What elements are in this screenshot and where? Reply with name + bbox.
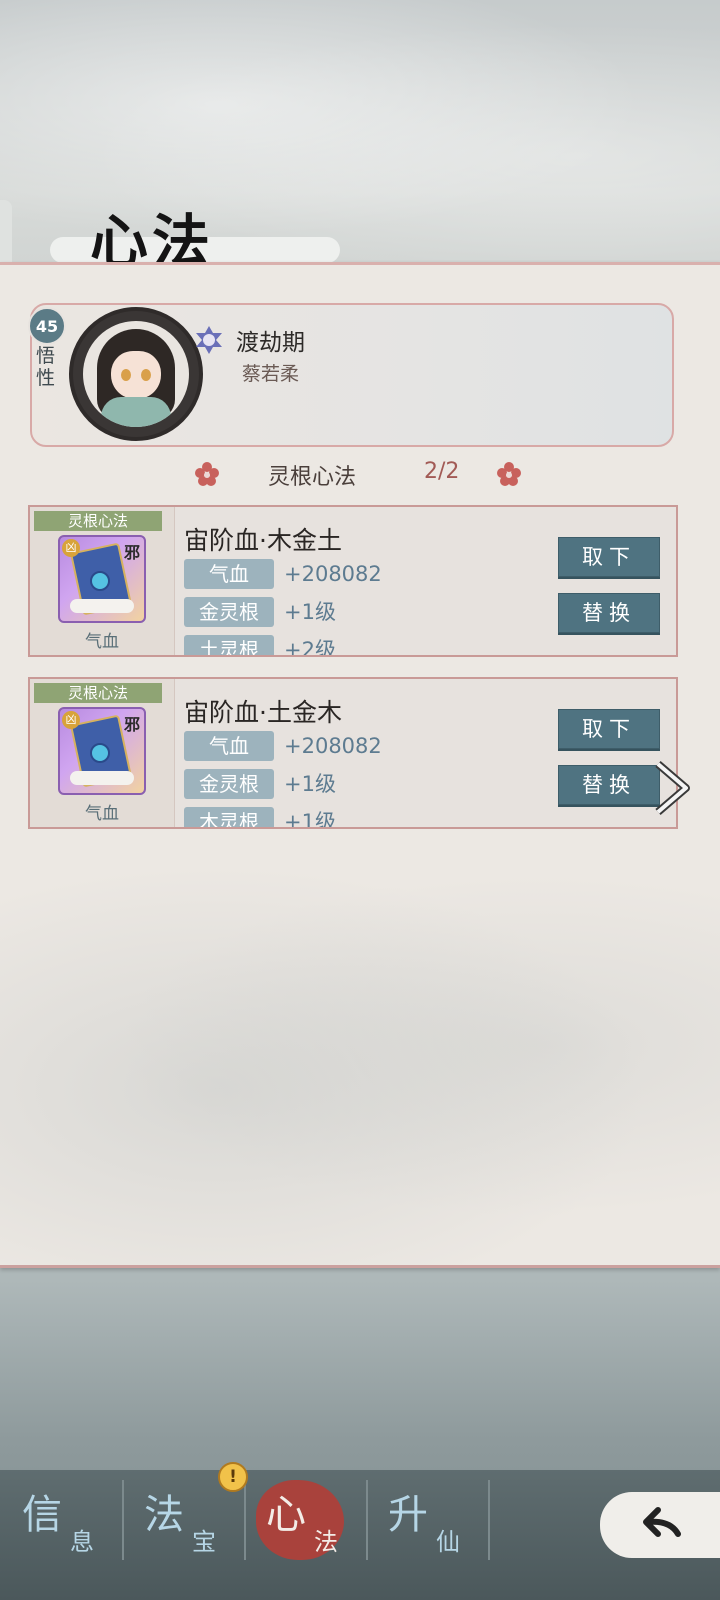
skill-icon-panel: 灵根心法 邪 凶 气血 [30,507,175,655]
remove-button[interactable]: 取下 [558,709,660,749]
skill-card[interactable]: 灵根心法 邪 凶 气血 宙阶血·木金土 气血 +208082 金灵根 +1级 土… [28,505,678,657]
flower-icon [195,462,219,486]
flower-icon [497,462,521,486]
attr-key: 金灵根 [184,769,274,799]
book-gem [90,571,110,591]
skill-card[interactable]: 灵根心法 邪 凶 气血 宙阶血·土金木 气血 +208082 金灵根 +1级 木… [28,677,678,829]
book-gem [90,743,110,763]
attr-key: 气血 [184,559,274,589]
skill-icon-panel: 灵根心法 邪 凶 气血 [30,679,175,827]
nav-tab-sublabel: 法 [314,1528,338,1556]
attr-value: +2级 [284,638,336,657]
book-rank-char: 邪 [123,543,140,562]
nav-tab-info[interactable]: 信 息 [0,1480,118,1576]
avatar[interactable] [69,307,203,441]
nav-tab-sublabel: 息 [70,1528,94,1556]
character-card[interactable]: 45 悟性 渡劫期 蔡若柔 [28,303,674,447]
avatar-eye-left [121,369,131,381]
nav-divider [488,1480,490,1560]
nav-tab-treasure[interactable]: 法 宝 [122,1480,240,1576]
nav-tab-mind-method[interactable]: 心 法 [244,1480,362,1576]
attr-key: 金灵根 [184,597,274,627]
alert-icon: ! [218,1462,248,1492]
skill-tag: 灵根心法 [34,511,162,531]
avatar-eye-right [141,369,151,381]
attr-key: 气血 [184,731,274,761]
replace-button[interactable]: 替换 [558,765,660,805]
avatar-portrait [83,321,189,427]
section-header: 灵根心法 2/2 [0,457,720,493]
attr-value: +1级 [284,772,336,796]
chevron-right-icon[interactable] [652,760,692,816]
attr-key: 土灵根 [184,635,274,655]
book-badge: 凶 [62,711,80,729]
section-count: 2/2 [424,459,460,484]
nav-tab-label: 升 [388,1492,428,1538]
realm-icon [196,326,222,354]
replace-button[interactable]: 替换 [558,593,660,633]
nav-tab-sublabel: 宝 [192,1528,216,1556]
section-title: 灵根心法 [268,465,357,490]
attr-key: 木灵根 [184,807,274,827]
book-cloud [70,599,134,613]
skill-book-icon[interactable]: 邪 凶 [58,535,146,623]
nav-tab-sublabel: 仙 [436,1528,460,1556]
nav-tab-ascend[interactable]: 升 仙 [366,1480,484,1576]
book-rank-char: 邪 [123,715,140,734]
nav-tab-label: 心 [266,1492,306,1538]
level-badge: 45 [28,307,66,345]
skill-type-label: 气血 [85,632,119,652]
nav-tab-label: 法 [144,1492,184,1538]
attr-value: +208082 [284,562,382,586]
avatar-face [111,351,161,399]
attr-value: +1级 [284,600,336,624]
skill-name: 宙阶血·土金木 [184,698,342,727]
remove-button[interactable]: 取下 [558,537,660,577]
skill-tag: 灵根心法 [34,683,162,703]
avatar-robe [101,397,171,427]
panel-landscape-decoration [0,825,720,1265]
skill-book-icon[interactable]: 邪 凶 [58,707,146,795]
attr-value: +208082 [284,734,382,758]
skill-type-label: 气血 [85,804,119,824]
attribute-label: 悟性 [36,345,56,389]
attr-value: +1级 [284,810,336,829]
back-arrow-icon [643,1507,681,1537]
realm-name: 渡劫期 [236,330,305,356]
character-name: 蔡若柔 [242,363,300,385]
book-cloud [70,771,134,785]
book-badge: 凶 [62,539,80,557]
nav-tab-label: 信 [22,1492,62,1538]
back-button[interactable] [600,1492,720,1558]
skill-name: 宙阶血·木金土 [184,526,342,555]
main-panel: 45 悟性 渡劫期 蔡若柔 灵根心法 2/2 灵根心法 邪 凶 气血 宙阶血·木… [0,262,720,1268]
